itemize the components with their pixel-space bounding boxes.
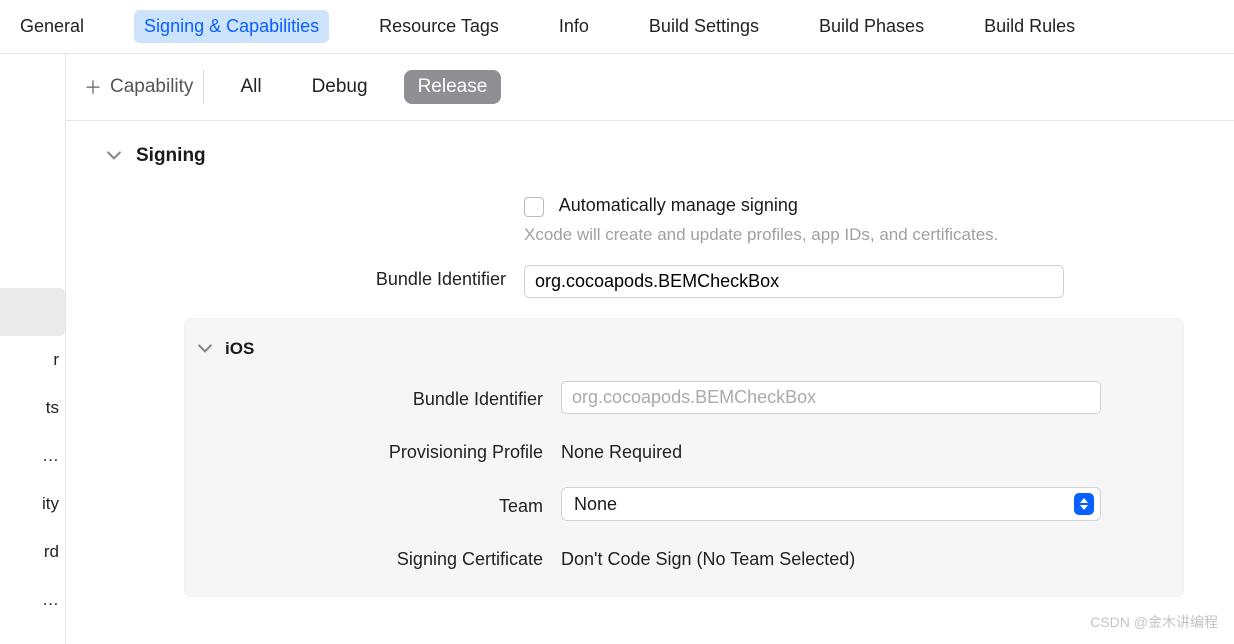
filter-all[interactable]: All xyxy=(226,70,275,104)
filter-release[interactable]: Release xyxy=(404,70,502,104)
bundle-identifier-label: Bundle Identifier xyxy=(106,265,506,290)
auto-manage-signing-subtext: Xcode will create and update profiles, a… xyxy=(524,225,1024,245)
capabilities-toolbar: ＋ Capability All Debug Release xyxy=(66,54,1234,121)
add-capability-button[interactable]: ＋ Capability xyxy=(82,70,204,104)
platform-ios-title: iOS xyxy=(225,339,254,359)
updown-stepper-icon xyxy=(1074,493,1094,515)
tab-build-rules[interactable]: Build Rules xyxy=(974,10,1085,43)
tab-resource-tags[interactable]: Resource Tags xyxy=(369,10,509,43)
left-sidebar: r ts … ity rd … xyxy=(0,54,66,644)
tab-general[interactable]: General xyxy=(10,10,94,43)
watermark-text: CSDN @金木讲编程 xyxy=(1090,612,1218,632)
signing-certificate-label: Signing Certificate xyxy=(197,545,543,570)
signing-title: Signing xyxy=(136,145,206,167)
team-select-value: None xyxy=(574,494,617,515)
signing-certificate-value: Don't Code Sign (No Team Selected) xyxy=(561,545,1159,570)
auto-manage-signing-label: Automatically manage signing xyxy=(559,195,798,215)
plus-icon: ＋ xyxy=(84,74,102,100)
tab-build-phases[interactable]: Build Phases xyxy=(809,10,934,43)
sidebar-item[interactable]: r xyxy=(0,336,65,384)
tab-info[interactable]: Info xyxy=(549,10,599,43)
signing-section: Signing Automatically manage signing Xco… xyxy=(66,121,1234,609)
filter-debug[interactable]: Debug xyxy=(298,70,382,104)
tab-signing-capabilities[interactable]: Signing & Capabilities xyxy=(134,10,329,43)
sidebar-item[interactable]: ity xyxy=(0,480,65,528)
sidebar-item[interactable] xyxy=(0,288,65,336)
add-capability-label: Capability xyxy=(110,76,193,98)
team-select[interactable]: None xyxy=(561,487,1101,521)
chevron-down-icon xyxy=(106,148,122,164)
chevron-down-icon xyxy=(197,341,213,357)
sidebar-item[interactable]: … xyxy=(0,432,65,480)
platform-ios-header[interactable]: iOS xyxy=(197,339,1159,359)
ios-bundle-identifier-input[interactable] xyxy=(561,381,1101,414)
tab-build-settings[interactable]: Build Settings xyxy=(639,10,769,43)
signing-header[interactable]: Signing xyxy=(106,145,1204,167)
provisioning-profile-value: None Required xyxy=(561,438,1159,463)
ios-bundle-identifier-label: Bundle Identifier xyxy=(197,385,543,410)
team-label: Team xyxy=(197,492,543,517)
sidebar-item[interactable]: … xyxy=(0,576,65,624)
editor-tab-bar: General Signing & Capabilities Resource … xyxy=(0,0,1234,54)
sidebar-item[interactable]: rd xyxy=(0,528,65,576)
content-pane: ＋ Capability All Debug Release Signing A… xyxy=(66,54,1234,644)
sidebar-item[interactable]: ts xyxy=(0,384,65,432)
provisioning-profile-label: Provisioning Profile xyxy=(197,438,543,463)
auto-manage-signing-checkbox[interactable] xyxy=(524,197,544,217)
bundle-identifier-input[interactable] xyxy=(524,265,1064,298)
platform-ios-panel: iOS Bundle Identifier Provisioning Profi… xyxy=(184,318,1184,597)
